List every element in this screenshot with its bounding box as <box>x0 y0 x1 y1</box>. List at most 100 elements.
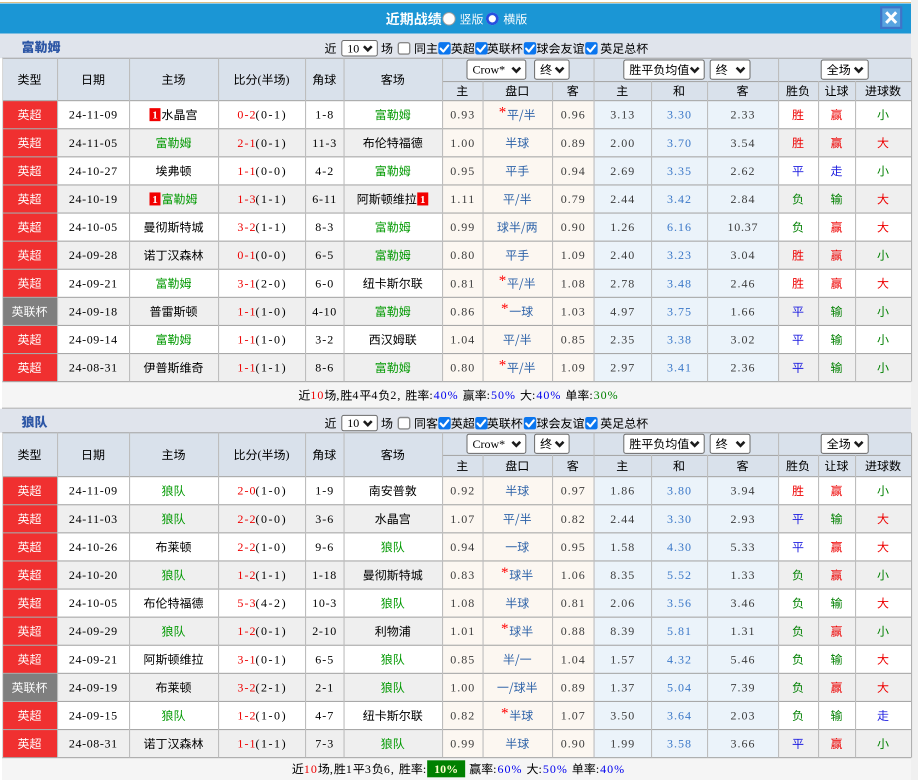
svg-text:3.80: 3.80 <box>667 484 691 498</box>
svg-text:Crow*: Crow* <box>473 63 506 77</box>
svg-text:1.58: 1.58 <box>610 540 634 554</box>
svg-text:1.09: 1.09 <box>561 248 585 262</box>
svg-text:3.35: 3.35 <box>667 164 691 178</box>
svg-text:3: 3 <box>365 762 372 776</box>
svg-text:2.46: 2.46 <box>730 276 754 290</box>
svg-text:2.40: 2.40 <box>610 248 634 262</box>
svg-text:10: 10 <box>347 416 359 430</box>
svg-text:24-08-31: 24-08-31 <box>69 361 117 375</box>
svg-text:0.89: 0.89 <box>561 136 585 150</box>
svg-text:24-09-21: 24-09-21 <box>69 276 117 290</box>
svg-text:*: * <box>499 273 507 289</box>
svg-text:0.94: 0.94 <box>561 164 585 178</box>
svg-text:3.30: 3.30 <box>667 108 691 122</box>
svg-text:24-09-21: 24-09-21 <box>69 652 117 666</box>
svg-text:2.62: 2.62 <box>730 164 754 178</box>
svg-text:0.90: 0.90 <box>561 737 585 751</box>
svg-text:3.66: 3.66 <box>730 737 754 751</box>
svg-text:0.95: 0.95 <box>561 540 585 554</box>
svg-text:3.48: 3.48 <box>667 276 691 290</box>
svg-text:3.13: 3.13 <box>610 108 634 122</box>
svg-text:0.92: 0.92 <box>450 484 474 498</box>
svg-text:24-09-15: 24-09-15 <box>69 709 117 723</box>
svg-text:24-09-18: 24-09-18 <box>69 304 117 318</box>
svg-text:0.79: 0.79 <box>561 192 585 206</box>
svg-text:1-2: 1-2 <box>237 624 255 638</box>
svg-text:0.85: 0.85 <box>561 333 585 347</box>
svg-text:7-3: 7-3 <box>315 737 333 751</box>
svg-text:1: 1 <box>152 194 158 206</box>
svg-text:1-1: 1-1 <box>237 361 255 375</box>
svg-text:24-11-09: 24-11-09 <box>69 484 117 498</box>
svg-text:2-10: 2-10 <box>312 624 336 638</box>
svg-text:0.81: 0.81 <box>450 276 474 290</box>
svg-text:,: , <box>330 762 334 776</box>
svg-text:1.08: 1.08 <box>450 596 474 610</box>
svg-text:1.09: 1.09 <box>561 361 585 375</box>
svg-text:2-0: 2-0 <box>237 484 255 498</box>
svg-text:1-2: 1-2 <box>237 568 255 582</box>
svg-text:0.96: 0.96 <box>561 108 585 122</box>
svg-text:3.56: 3.56 <box>667 596 691 610</box>
svg-text:3.70: 3.70 <box>667 136 691 150</box>
svg-text:*: * <box>501 565 509 581</box>
svg-text:2.84: 2.84 <box>730 192 754 206</box>
svg-text:1-1: 1-1 <box>237 333 255 347</box>
svg-text:3-6: 3-6 <box>315 512 333 526</box>
svg-text:6,: 6, <box>384 762 395 776</box>
svg-text:(: ( <box>258 72 262 86</box>
svg-text:1.01: 1.01 <box>450 624 474 638</box>
svg-text:2.69: 2.69 <box>610 164 634 178</box>
svg-text:1: 1 <box>346 762 353 776</box>
svg-text:1.00: 1.00 <box>450 680 474 694</box>
svg-text:): ) <box>286 72 290 86</box>
svg-text:3.04: 3.04 <box>730 248 754 262</box>
svg-text:0.88: 0.88 <box>561 624 585 638</box>
svg-text:10: 10 <box>310 388 324 402</box>
svg-text:24-11-05: 24-11-05 <box>69 136 117 150</box>
svg-text:(: ( <box>258 448 262 462</box>
svg-text:4.97: 4.97 <box>610 304 634 318</box>
svg-text:3.75: 3.75 <box>667 304 691 318</box>
svg-text:2-2: 2-2 <box>237 512 255 526</box>
svg-text:10: 10 <box>304 762 318 776</box>
svg-text:24-09-29: 24-09-29 <box>69 624 117 638</box>
svg-text:1.03: 1.03 <box>561 304 585 318</box>
svg-text:0.80: 0.80 <box>450 361 474 375</box>
svg-text:1-1: 1-1 <box>237 304 255 318</box>
svg-text:7.39: 7.39 <box>730 680 754 694</box>
svg-text:0.90: 0.90 <box>561 220 585 234</box>
svg-text:1.06: 1.06 <box>561 568 585 582</box>
svg-text:5.46: 5.46 <box>730 652 754 666</box>
svg-text:0.82: 0.82 <box>561 512 585 526</box>
svg-text:3-2: 3-2 <box>237 680 255 694</box>
svg-text:5.04: 5.04 <box>667 680 691 694</box>
svg-text:3.42: 3.42 <box>667 192 691 206</box>
svg-text:3.50: 3.50 <box>610 709 634 723</box>
svg-text:3.41: 3.41 <box>667 361 691 375</box>
svg-text:5.52: 5.52 <box>667 568 691 582</box>
svg-text:0.82: 0.82 <box>450 709 474 723</box>
svg-text:1.07: 1.07 <box>561 709 585 723</box>
svg-text:1.04: 1.04 <box>561 652 585 666</box>
svg-text:5.81: 5.81 <box>667 624 691 638</box>
svg-text:1: 1 <box>420 194 426 206</box>
svg-text:24-09-19: 24-09-19 <box>69 680 117 694</box>
svg-text:3-2: 3-2 <box>237 220 255 234</box>
svg-text:5.33: 5.33 <box>730 540 754 554</box>
svg-text:10: 10 <box>347 41 359 55</box>
svg-text:4-7: 4-7 <box>315 709 333 723</box>
svg-text:2.44: 2.44 <box>610 512 634 526</box>
svg-text:2-1: 2-1 <box>237 136 255 150</box>
svg-text:24-10-20: 24-10-20 <box>69 568 117 582</box>
svg-text:1.33: 1.33 <box>730 568 754 582</box>
svg-text:2.93: 2.93 <box>730 512 754 526</box>
svg-text:9-6: 9-6 <box>315 540 333 554</box>
svg-text:1.04: 1.04 <box>450 333 474 347</box>
svg-text:50%: 50% <box>543 762 568 776</box>
svg-text:11-3: 11-3 <box>312 136 336 150</box>
svg-text:3-1: 3-1 <box>237 276 255 290</box>
svg-text:60%: 60% <box>498 762 523 776</box>
svg-text:1.11: 1.11 <box>450 192 474 206</box>
svg-text:0.95: 0.95 <box>450 164 474 178</box>
